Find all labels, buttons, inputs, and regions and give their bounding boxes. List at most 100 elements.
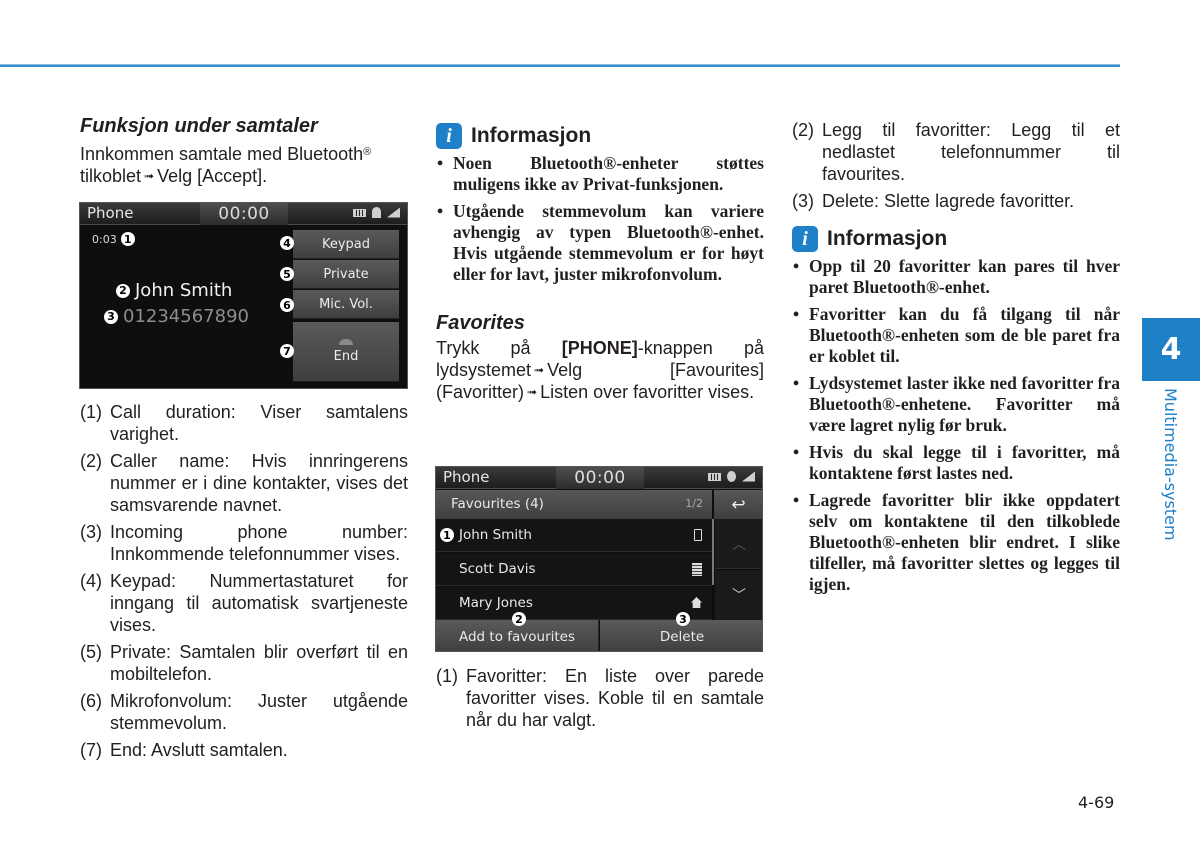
mobile-icon [694, 529, 702, 541]
fav-text-a: Trykk på [436, 338, 531, 358]
list-item: (2) Caller name: Hvis innringerens nummer… [80, 450, 408, 516]
battery-icon [708, 472, 721, 481]
contact-name: Mary Jones [459, 595, 533, 611]
list-item: (1) Call duration: Viser samtalens varigh… [80, 401, 408, 445]
item-number: (1) [436, 666, 458, 686]
item-number: (1) [80, 402, 102, 422]
callout-badge-1: 1 [440, 528, 454, 542]
back-button[interactable]: ↩ [714, 490, 762, 519]
item-number: (7) [80, 740, 102, 760]
keypad-label: Keypad [321, 236, 371, 252]
call-duration: 0:03 1 [92, 232, 135, 246]
section-title-favorites: Favorites [436, 312, 525, 334]
chapter-label: Multimedia-system [1161, 388, 1180, 541]
item-text: Delete: Slette lagrede favoritter. [822, 191, 1075, 211]
info-title: Informasjon [827, 227, 948, 250]
private-button[interactable]: Private [293, 260, 399, 289]
battery-icon [353, 208, 366, 217]
office-icon [692, 563, 702, 576]
callout-badge-4: 4 [280, 236, 294, 250]
callout-badge-6: 6 [280, 298, 294, 312]
list-item[interactable]: Mary Jones [436, 587, 712, 620]
clock: 00:00 [556, 467, 644, 489]
item-text: Incoming phone number: Innkommende telef… [110, 522, 408, 564]
caller-name: 2 John Smith [116, 280, 232, 301]
signal-icon [742, 471, 755, 482]
item-number: (6) [80, 691, 102, 711]
favorites-list-cont: (2) Legg til favoritter: Legg til et nedl… [792, 119, 1120, 212]
app-label: Phone [87, 204, 134, 222]
add-label: Add to favourites [458, 628, 576, 645]
item-text: Keypad: Nummertastaturet for inngang til… [110, 571, 408, 635]
home-icon [691, 597, 702, 608]
call-functions-list-wrap: (1) Call duration: Viser samtalens varigh… [80, 401, 408, 766]
signal-icon [387, 207, 400, 218]
phone-key-label: [PHONE] [561, 338, 638, 358]
delete-label: Delete [659, 628, 705, 645]
column-1: Funksjon under samtaler Innkommen samtal… [80, 112, 408, 187]
info-bullet: Lagrede favoritter blir ikke oppdatert s… [792, 490, 1120, 595]
info-bullet: Utgående stemmevolum kan variere avhengi… [436, 201, 764, 285]
item-text: Caller name: Hvis innringerens nummer er… [110, 451, 408, 515]
item-number: (3) [80, 522, 102, 542]
column-2: i Informasjon Noen Bluetooth®-enheter st… [436, 123, 764, 403]
scrollbar[interactable] [712, 519, 714, 585]
scroll-up-button[interactable]: ︿ [715, 519, 762, 569]
list-item[interactable]: Scott Davis [436, 553, 712, 586]
item-number: (5) [80, 642, 102, 662]
list-item: (3) Incoming phone number: Innkommende te… [80, 521, 408, 565]
favorites-list: (1) Favoritter: En liste over parede favo… [436, 665, 764, 731]
app-label: Phone [443, 468, 490, 486]
favourites-title: Favourites (4) [451, 496, 544, 512]
info-bullet: Noen Bluetooth®-enheter støttes muligens… [436, 153, 764, 195]
mic-vol-button[interactable]: Mic. Vol. [293, 290, 399, 319]
contact-name: Scott Davis [459, 561, 536, 577]
callout-badge-3: 3 [104, 309, 118, 324]
fav-text-d: Listen over favoritter vises. [540, 382, 755, 402]
callout-badge-3: 3 [676, 612, 690, 626]
callout-badge-1: 1 [120, 232, 135, 246]
favourites-screen: Phone 00:00 Favourites (4) 1/2 ↩ 1 John … [435, 466, 763, 652]
list-item[interactable]: 1 John Smith [436, 519, 712, 552]
end-call-button[interactable]: End [293, 322, 399, 382]
page-indicator: 1/2 [685, 497, 703, 510]
status-icons [353, 207, 400, 218]
section-title-call-functions: Funksjon under samtaler [80, 115, 318, 137]
private-label: Private [323, 266, 369, 282]
intro-text-c: Velg [Accept]. [157, 166, 268, 186]
header-rule [0, 64, 1120, 67]
list-item: (2) Legg til favoritter: Legg til et nedl… [792, 119, 1120, 185]
intro-text-a: Innkommen samtale med Bluetooth [80, 144, 364, 164]
favorites-list-wrap: (1) Favoritter: En liste over parede favo… [436, 665, 764, 736]
item-number: (3) [792, 191, 814, 211]
callout-badge-5: 5 [280, 267, 294, 281]
bluetooth-audio-icon [727, 471, 736, 482]
scroll-down-button[interactable]: ﹀ [715, 570, 762, 620]
item-number: (2) [792, 120, 814, 140]
info-bullet: Lydsystemet laster ikke ned favoritter f… [792, 373, 1120, 436]
keypad-button[interactable]: Keypad [293, 230, 399, 259]
info-bullet: Favoritter kan du få tilgang til når Blu… [792, 304, 1120, 367]
item-text: Favoritter: En liste over parede favorit… [466, 666, 764, 730]
info-bullet: Hvis du skal legge til i favoritter, må … [792, 442, 1120, 484]
hang-up-icon [339, 339, 353, 345]
callout-badge-2: 2 [512, 612, 526, 626]
mic-vol-label: Mic. Vol. [319, 296, 373, 312]
caller-number-value: 01234567890 [123, 306, 249, 327]
list-item: (4) Keypad: Nummertastaturet for inngang … [80, 570, 408, 636]
info-bullet: Opp til 20 favoritter kan pares til hver… [792, 256, 1120, 298]
column-3: (2) Legg til favoritter: Legg til et nedl… [792, 119, 1120, 601]
favourites-title-bar: Favourites (4) 1/2 [436, 490, 712, 519]
item-text: End: Avslutt samtalen. [110, 740, 288, 760]
item-text: Private: Samtalen blir overført til en m… [110, 642, 408, 684]
arrow-icon: ➟ [144, 169, 155, 183]
arrow-icon: ➟ [527, 385, 538, 399]
favorites-intro: Trykk på [PHONE]-knappen på lydsystemet ➟… [436, 337, 764, 403]
call-screen: Phone 00:00 0:03 1 2 John Smith 3 012345… [79, 202, 408, 389]
intro-text-b: tilkoblet [80, 166, 142, 186]
end-label: End [333, 349, 359, 364]
chapter-tab: 4 [1142, 318, 1200, 381]
item-number: (2) [80, 451, 102, 471]
arrow-icon: ➟ [534, 363, 545, 377]
chapter-label-wrap: Multimedia-system [1142, 388, 1200, 558]
